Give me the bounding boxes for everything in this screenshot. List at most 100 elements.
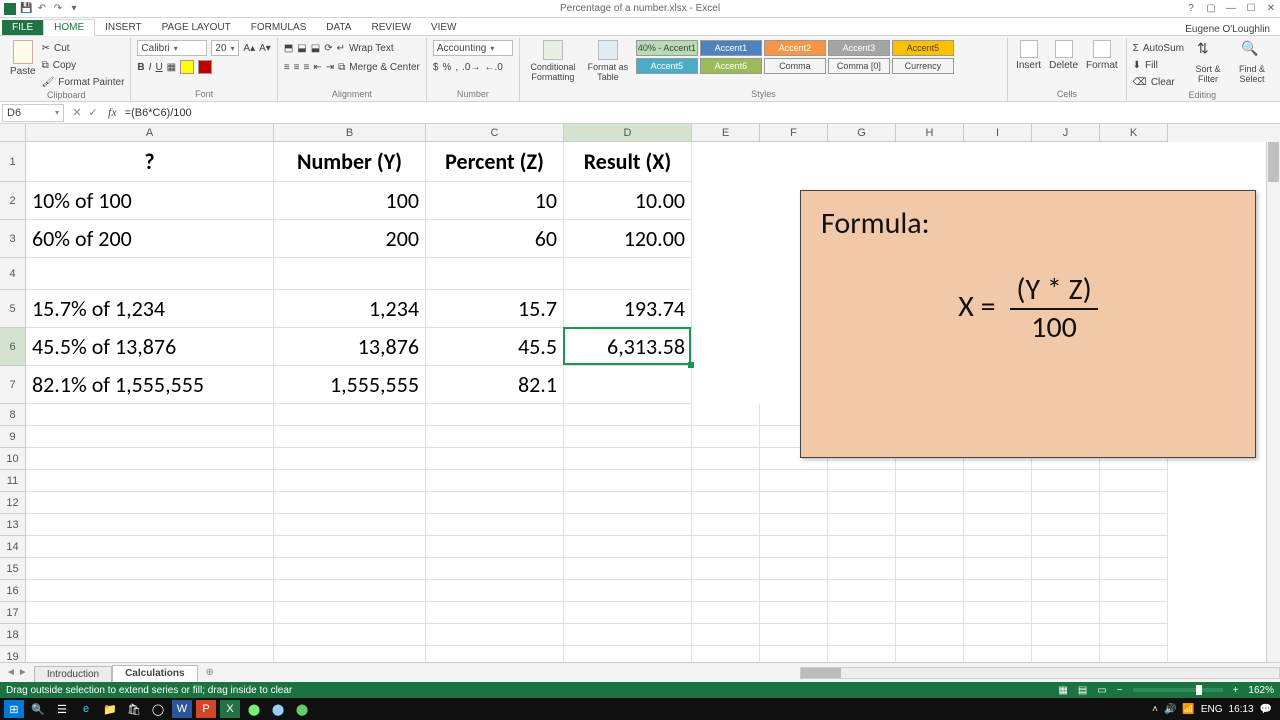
cell[interactable] bbox=[964, 646, 1032, 662]
tab-file[interactable]: FILE bbox=[2, 20, 43, 35]
cell[interactable] bbox=[692, 426, 760, 448]
chrome-icon[interactable]: ◯ bbox=[148, 700, 168, 718]
cell[interactable]: 15.7% of 1,234 bbox=[26, 290, 274, 328]
style-swatch[interactable]: Accent5 bbox=[892, 40, 954, 56]
tray-up-icon[interactable]: ˄ bbox=[1152, 704, 1158, 715]
tab-insert[interactable]: INSERT bbox=[95, 20, 152, 35]
cell[interactable] bbox=[828, 492, 896, 514]
cell[interactable] bbox=[1032, 492, 1100, 514]
vertical-scrollbar[interactable] bbox=[1266, 142, 1280, 662]
cell[interactable] bbox=[896, 470, 964, 492]
cell[interactable] bbox=[426, 580, 564, 602]
currency-icon[interactable]: $ bbox=[433, 62, 439, 73]
underline-button[interactable]: U bbox=[155, 62, 162, 73]
cell[interactable] bbox=[760, 624, 828, 646]
clear-button[interactable]: ⌫Clear bbox=[1133, 74, 1184, 90]
cell[interactable] bbox=[828, 558, 896, 580]
align-middle-icon[interactable]: ⬓ bbox=[297, 43, 306, 54]
column-header[interactable]: I bbox=[964, 124, 1032, 142]
cell[interactable] bbox=[1100, 470, 1168, 492]
store-icon[interactable]: 🛍 bbox=[124, 700, 144, 718]
delete-cells-button[interactable]: Delete bbox=[1047, 40, 1080, 71]
row-header[interactable]: 7 bbox=[0, 366, 26, 404]
cell[interactable] bbox=[564, 492, 692, 514]
cell[interactable] bbox=[426, 536, 564, 558]
cell[interactable]: Percent (Z) bbox=[426, 142, 564, 182]
cell[interactable] bbox=[26, 258, 274, 290]
formula-input[interactable] bbox=[121, 107, 1280, 119]
cell[interactable] bbox=[760, 580, 828, 602]
tab-page-layout[interactable]: PAGE LAYOUT bbox=[152, 20, 241, 35]
fill-handle[interactable] bbox=[688, 362, 694, 368]
cell[interactable] bbox=[760, 514, 828, 536]
cell[interactable]: 6,313.58 bbox=[564, 328, 692, 366]
style-swatch[interactable]: Comma bbox=[764, 58, 826, 74]
border-button[interactable]: ▦ bbox=[167, 62, 176, 73]
cell[interactable]: 200 bbox=[274, 220, 426, 258]
cell[interactable] bbox=[1032, 602, 1100, 624]
account-name[interactable]: Eugene O'Loughlin bbox=[1185, 24, 1270, 35]
select-all-corner[interactable] bbox=[0, 124, 26, 142]
cell[interactable] bbox=[274, 624, 426, 646]
cell[interactable] bbox=[1100, 602, 1168, 624]
sort-filter-button[interactable]: ⇅Sort & Filter bbox=[1188, 40, 1228, 84]
cell[interactable] bbox=[426, 258, 564, 290]
cell[interactable]: 60 bbox=[426, 220, 564, 258]
cell[interactable] bbox=[692, 536, 760, 558]
zoom-in-icon[interactable]: + bbox=[1233, 685, 1239, 696]
edge-icon[interactable]: e bbox=[76, 700, 96, 718]
cell[interactable] bbox=[426, 404, 564, 426]
insert-cells-button[interactable]: Insert bbox=[1014, 40, 1043, 71]
powerpoint-icon[interactable]: P bbox=[196, 700, 216, 718]
cell[interactable] bbox=[26, 470, 274, 492]
cell[interactable] bbox=[1100, 646, 1168, 662]
row-header[interactable]: 17 bbox=[0, 602, 26, 624]
cell[interactable] bbox=[1100, 580, 1168, 602]
cell[interactable] bbox=[564, 624, 692, 646]
row-header[interactable]: 3 bbox=[0, 220, 26, 258]
tab-review[interactable]: REVIEW bbox=[361, 20, 420, 35]
cell[interactable] bbox=[426, 448, 564, 470]
find-select-button[interactable]: 🔍Find & Select bbox=[1232, 40, 1272, 84]
cell[interactable] bbox=[426, 602, 564, 624]
cell[interactable] bbox=[1032, 470, 1100, 492]
cell[interactable] bbox=[896, 492, 964, 514]
row-header[interactable]: 11 bbox=[0, 470, 26, 492]
row-header[interactable]: 6 bbox=[0, 328, 26, 366]
cell[interactable] bbox=[896, 558, 964, 580]
cell[interactable] bbox=[564, 366, 692, 404]
task-view-icon[interactable]: ☰ bbox=[52, 700, 72, 718]
cell[interactable]: 120.00 bbox=[564, 220, 692, 258]
search-icon[interactable]: 🔍 bbox=[28, 700, 48, 718]
column-header[interactable]: B bbox=[274, 124, 426, 142]
cell[interactable] bbox=[760, 558, 828, 580]
merge-center-button[interactable]: ⧉Merge & Center bbox=[338, 59, 420, 75]
copy-button[interactable]: ⧉Copy bbox=[42, 57, 125, 73]
add-sheet-button[interactable]: ⊕ bbox=[198, 667, 222, 678]
cell[interactable] bbox=[274, 558, 426, 580]
cell[interactable]: Result (X) bbox=[564, 142, 692, 182]
close-icon[interactable]: ✕ bbox=[1264, 3, 1278, 14]
redo-icon[interactable]: ↷ bbox=[52, 3, 64, 15]
cell[interactable] bbox=[896, 536, 964, 558]
cell[interactable] bbox=[274, 536, 426, 558]
qat-dropdown-icon[interactable]: ▾ bbox=[68, 3, 80, 15]
cell[interactable]: 45.5 bbox=[426, 328, 564, 366]
horizontal-scrollbar[interactable] bbox=[800, 667, 1280, 679]
cell[interactable] bbox=[564, 536, 692, 558]
cell[interactable] bbox=[1032, 558, 1100, 580]
fx-icon[interactable]: fx bbox=[104, 105, 121, 120]
view-page-break-icon[interactable]: ▭ bbox=[1097, 685, 1106, 696]
paste-button[interactable]: Paste bbox=[8, 40, 38, 77]
row-header[interactable]: 4 bbox=[0, 258, 26, 290]
cell[interactable]: 10% of 100 bbox=[26, 182, 274, 220]
cell[interactable] bbox=[1100, 536, 1168, 558]
column-header[interactable]: K bbox=[1100, 124, 1168, 142]
cell[interactable] bbox=[426, 646, 564, 662]
cell[interactable] bbox=[964, 624, 1032, 646]
percent-icon[interactable]: % bbox=[442, 62, 451, 73]
bold-button[interactable]: B bbox=[137, 62, 144, 73]
cell[interactable] bbox=[426, 426, 564, 448]
format-painter-button[interactable]: 🖌Format Painter bbox=[42, 74, 125, 90]
cell[interactable] bbox=[274, 258, 426, 290]
